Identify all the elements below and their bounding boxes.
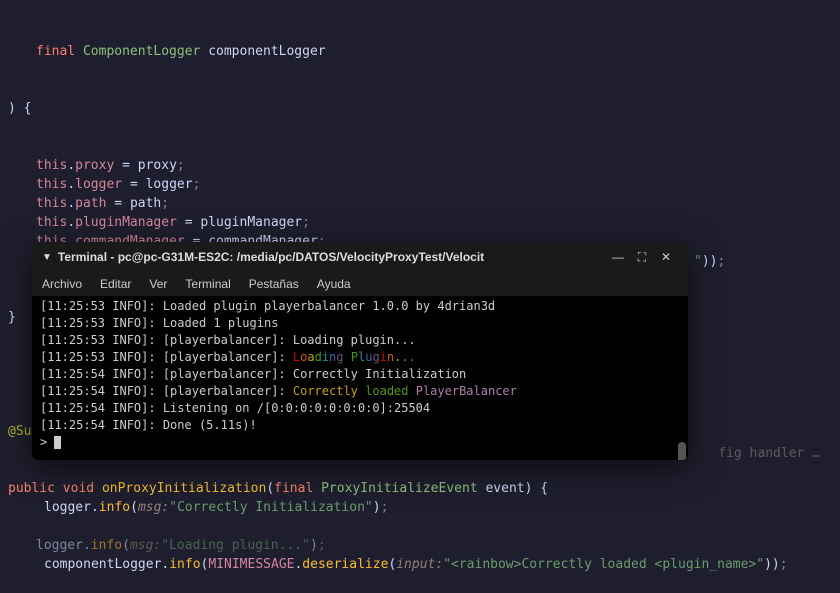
menu-item-ver[interactable]: Ver [149, 277, 167, 291]
close-button[interactable]: ✕ [654, 250, 678, 264]
menu-item-pestañas[interactable]: Pestañas [249, 277, 299, 291]
terminal-prompt[interactable]: > [40, 434, 680, 451]
terminal-window[interactable]: ▼ Terminal - pc@pc-G31M-ES2C: /media/pc/… [32, 242, 688, 460]
terminal-line: [11:25:54 INFO]: Done (5.11s)! [40, 417, 680, 434]
code-line: this.pluginManager = pluginManager; [0, 213, 840, 232]
menu-item-ayuda[interactable]: Ayuda [317, 277, 351, 291]
terminal-menubar[interactable]: Archivo Editar Ver Terminal Pestañas Ayuda [32, 272, 688, 296]
code-line: this.logger = logger; [0, 175, 840, 194]
menu-item-archivo[interactable]: Archivo [42, 277, 82, 291]
terminal-line: [11:25:53 INFO]: Loaded 1 plugins [40, 315, 680, 332]
terminal-line: [11:25:54 INFO]: [playerbalancer]: Corre… [40, 383, 680, 400]
maximize-button[interactable]: ⛶ [630, 250, 654, 265]
minimize-button[interactable]: — [606, 250, 630, 264]
terminal-title: Terminal - pc@pc-G31M-ES2C: /media/pc/DA… [58, 250, 606, 264]
terminal-content[interactable]: [11:25:53 INFO]: Loaded plugin playerbal… [32, 296, 688, 453]
scrollbar-thumb[interactable] [678, 442, 686, 460]
code-fragment: ")); [694, 254, 725, 269]
code-line: this.proxy = proxy; [0, 156, 840, 175]
terminal-line: [11:25:54 INFO]: Listening on /[0:0:0:0:… [40, 400, 680, 417]
terminal-titlebar[interactable]: ▼ Terminal - pc@pc-G31M-ES2C: /media/pc/… [32, 242, 688, 272]
code-line: this.path = path; [0, 194, 840, 213]
code-line: ) { [0, 99, 840, 118]
terminal-line: [11:25:53 INFO]: [playerbalancer]: Loadi… [40, 332, 680, 349]
terminal-line: [11:25:54 INFO]: [playerbalancer]: Corre… [40, 366, 680, 383]
code-line: final ComponentLogger componentLogger [0, 42, 840, 61]
terminal-line: [11:25:53 INFO]: Loaded plugin playerbal… [40, 298, 680, 315]
menu-item-editar[interactable]: Editar [100, 277, 131, 291]
code-line: componentLogger.info(MINIMESSAGE.deseria… [8, 555, 788, 574]
terminal-line: [11:25:53 INFO]: [playerbalancer]: Loadi… [40, 349, 680, 366]
inlay-hint: fig handler … [718, 446, 820, 461]
dropdown-icon[interactable]: ▼ [42, 252, 52, 263]
menu-item-terminal[interactable]: Terminal [185, 277, 230, 291]
